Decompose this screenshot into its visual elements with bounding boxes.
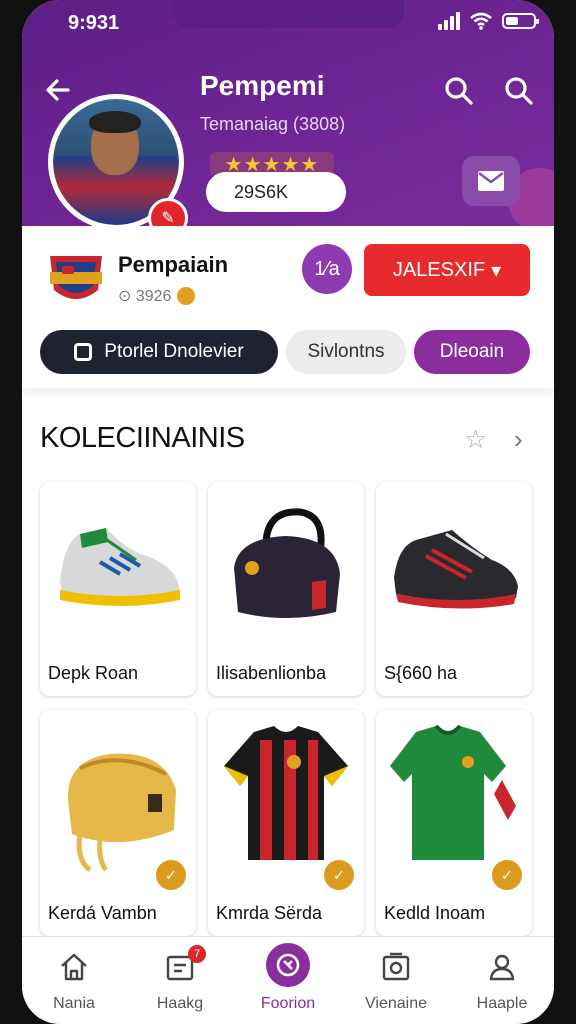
search-button[interactable] — [442, 74, 476, 108]
chevron-down-icon: ▾ — [491, 259, 502, 282]
tab-profile-label: Ptorlel Dnolevier — [104, 341, 244, 362]
favorites-icon — [276, 953, 300, 977]
club-panel: Pempaiain ⊙ 3926 1⁄a JALESXIF ▾ Ptorlel … — [22, 226, 554, 388]
nav-profile-label: Haaple — [476, 995, 528, 1012]
green-jersey-image — [390, 724, 516, 860]
battery-icon — [502, 13, 539, 29]
sneaker-image — [60, 528, 180, 606]
striped-jersey-image — [224, 726, 348, 860]
coin-icon — [177, 287, 196, 305]
search-icon — [505, 77, 533, 105]
item-label: Ilisabenlionba — [216, 663, 327, 683]
club-meta-value: ⊙ 3926 — [118, 288, 172, 305]
camera-notch — [172, 0, 404, 28]
mail-icon — [478, 171, 504, 191]
nav-profile[interactable]: Haaple — [452, 937, 552, 1024]
boot-image — [394, 530, 518, 609]
nav-gallery-label: Vienaine — [365, 995, 427, 1012]
tab-donate[interactable]: Dleoain — [414, 330, 530, 374]
nav-gallery[interactable]: Vienaine — [346, 937, 446, 1024]
back-button[interactable] — [40, 72, 76, 108]
item-label: Depk Roan — [48, 663, 139, 683]
profile-icon — [489, 954, 515, 981]
select-dropdown[interactable]: JALESXIF ▾ — [364, 244, 530, 296]
profile-subtitle: Temanaiag (3808) — [200, 114, 346, 134]
yellow-bag-image — [67, 753, 176, 873]
club-name: Pempaiain — [118, 252, 229, 277]
search-alt-button[interactable] — [502, 74, 536, 108]
item-label: Kmrda Sërda — [216, 903, 323, 923]
nav-favorites[interactable]: Foorion — [238, 937, 338, 1024]
status-time: 9:931 — [68, 12, 120, 34]
nav-home[interactable]: Nania — [24, 937, 124, 1024]
notification-badge: 7 — [188, 945, 206, 963]
gallery-icon — [382, 952, 410, 981]
tab-stats-label: Sivlontns — [307, 341, 385, 362]
club-meta: ⊙ 3926 — [118, 286, 196, 306]
favorite-badge-icon[interactable]: ✓ — [492, 860, 522, 890]
favorite-badge-icon[interactable]: ✓ — [324, 860, 354, 890]
nav-favorites-label: Foorion — [260, 995, 316, 1012]
tab-stats[interactable]: Sivlontns — [286, 330, 406, 374]
home-icon — [61, 953, 87, 981]
select-label: JALESXIF — [392, 258, 486, 281]
favorite-badge-icon[interactable]: ✓ — [156, 860, 186, 890]
nav-messages[interactable]: 7 Haakg — [130, 937, 230, 1024]
star-icon[interactable]: ☆ — [464, 424, 487, 455]
bag-image — [234, 508, 340, 618]
collection-item[interactable]: ✓ Kmrda Sërda — [208, 710, 364, 936]
search-icon — [445, 77, 473, 105]
collection-title: KOLECIINAINIS — [40, 422, 245, 454]
item-label: S{660 ha — [384, 663, 458, 683]
square-icon — [74, 343, 93, 361]
collection-item[interactable]: ✓ Kerdá Vambn — [40, 710, 196, 936]
phone-screen: 9:931 Pempemi Temanaiag (3808) ✎ ★★★★★ 2… — [22, 0, 554, 1024]
tab-donate-label: Dleoain — [439, 341, 505, 362]
club-crest-icon — [50, 256, 102, 299]
tab-profile[interactable]: Ptorlel Dnolevier — [40, 330, 278, 374]
chevron-right-icon[interactable]: › — [514, 424, 523, 455]
arrow-left-icon — [46, 79, 70, 101]
collection-item[interactable]: Ilisabenlionba — [208, 482, 364, 696]
wifi-icon — [470, 12, 492, 30]
item-label: Kerdá Vambn — [48, 903, 157, 923]
signal-icon — [438, 12, 460, 30]
collection-item[interactable]: ✓ Kedld Inoam — [376, 710, 532, 936]
collection-item[interactable]: Depk Roan — [40, 482, 196, 696]
collection-item[interactable]: S{660 ha — [376, 482, 532, 696]
followers-count: 29S6K — [206, 172, 346, 212]
nav-messages-label: Haakg — [156, 995, 204, 1012]
item-label: Kedld Inoam — [384, 903, 486, 923]
round-action-button[interactable]: 1⁄a — [302, 244, 352, 294]
message-button[interactable] — [462, 156, 520, 206]
bottom-nav: Nania 7 Haakg Foorion Vienaine Haaple — [22, 936, 554, 1024]
nav-home-label: Nania — [53, 995, 95, 1012]
profile-name: Pempemi — [200, 70, 325, 101]
status-icons — [438, 12, 539, 30]
